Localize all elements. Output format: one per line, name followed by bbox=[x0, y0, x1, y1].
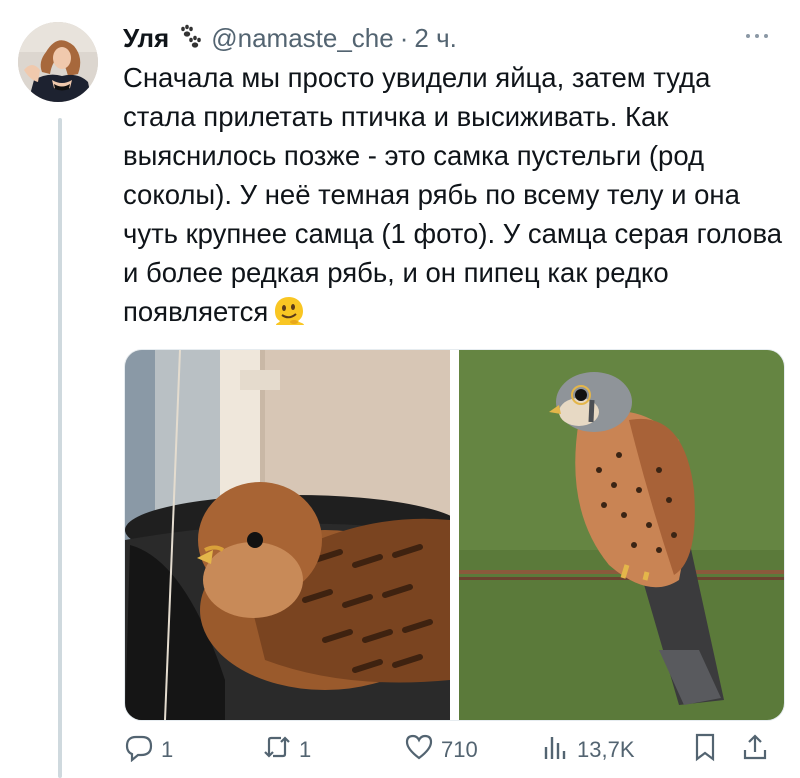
action-bar: 1 1 710 13,7K bbox=[124, 730, 784, 770]
repost-button[interactable]: 1 bbox=[262, 730, 311, 770]
like-count: 710 bbox=[441, 737, 478, 762]
tweet-header: Уля @namaste_che · 2 ч. bbox=[123, 22, 457, 54]
reply-icon bbox=[124, 732, 154, 768]
heart-icon bbox=[404, 732, 434, 768]
like-button[interactable]: 710 bbox=[404, 730, 478, 770]
share-button[interactable] bbox=[740, 730, 770, 770]
reply-button[interactable]: 1 bbox=[124, 730, 173, 770]
photo-female-kestrel[interactable] bbox=[125, 350, 450, 720]
paw-prints-icon bbox=[175, 23, 205, 53]
author-handle[interactable]: @namaste_che bbox=[211, 23, 394, 54]
timestamp[interactable]: 2 ч. bbox=[414, 23, 456, 54]
reply-count: 1 bbox=[161, 737, 174, 762]
author-name[interactable]: Уля bbox=[123, 23, 169, 54]
photo-male-kestrel[interactable] bbox=[459, 350, 784, 720]
share-icon bbox=[740, 732, 770, 768]
views-count: 13,7K bbox=[577, 737, 635, 762]
bookmark-button[interactable] bbox=[690, 730, 720, 770]
tweet-text: Сначала мы просто увидели яйца, затем ту… bbox=[123, 58, 783, 331]
media-grid bbox=[124, 349, 785, 721]
avatar[interactable] bbox=[18, 22, 98, 102]
views-bar-icon bbox=[540, 732, 570, 768]
views-button[interactable]: 13,7K bbox=[540, 730, 635, 770]
tweet-body: Сначала мы просто увидели яйца, затем ту… bbox=[123, 62, 783, 327]
bookmark-icon bbox=[690, 732, 720, 768]
avatar-image bbox=[18, 22, 98, 102]
repost-icon bbox=[262, 732, 292, 768]
separator-dot: · bbox=[399, 22, 409, 53]
repost-count: 1 bbox=[299, 737, 312, 762]
more-dots-icon[interactable] bbox=[740, 26, 774, 46]
thread-line bbox=[58, 118, 62, 778]
melting-face-icon bbox=[272, 294, 306, 328]
